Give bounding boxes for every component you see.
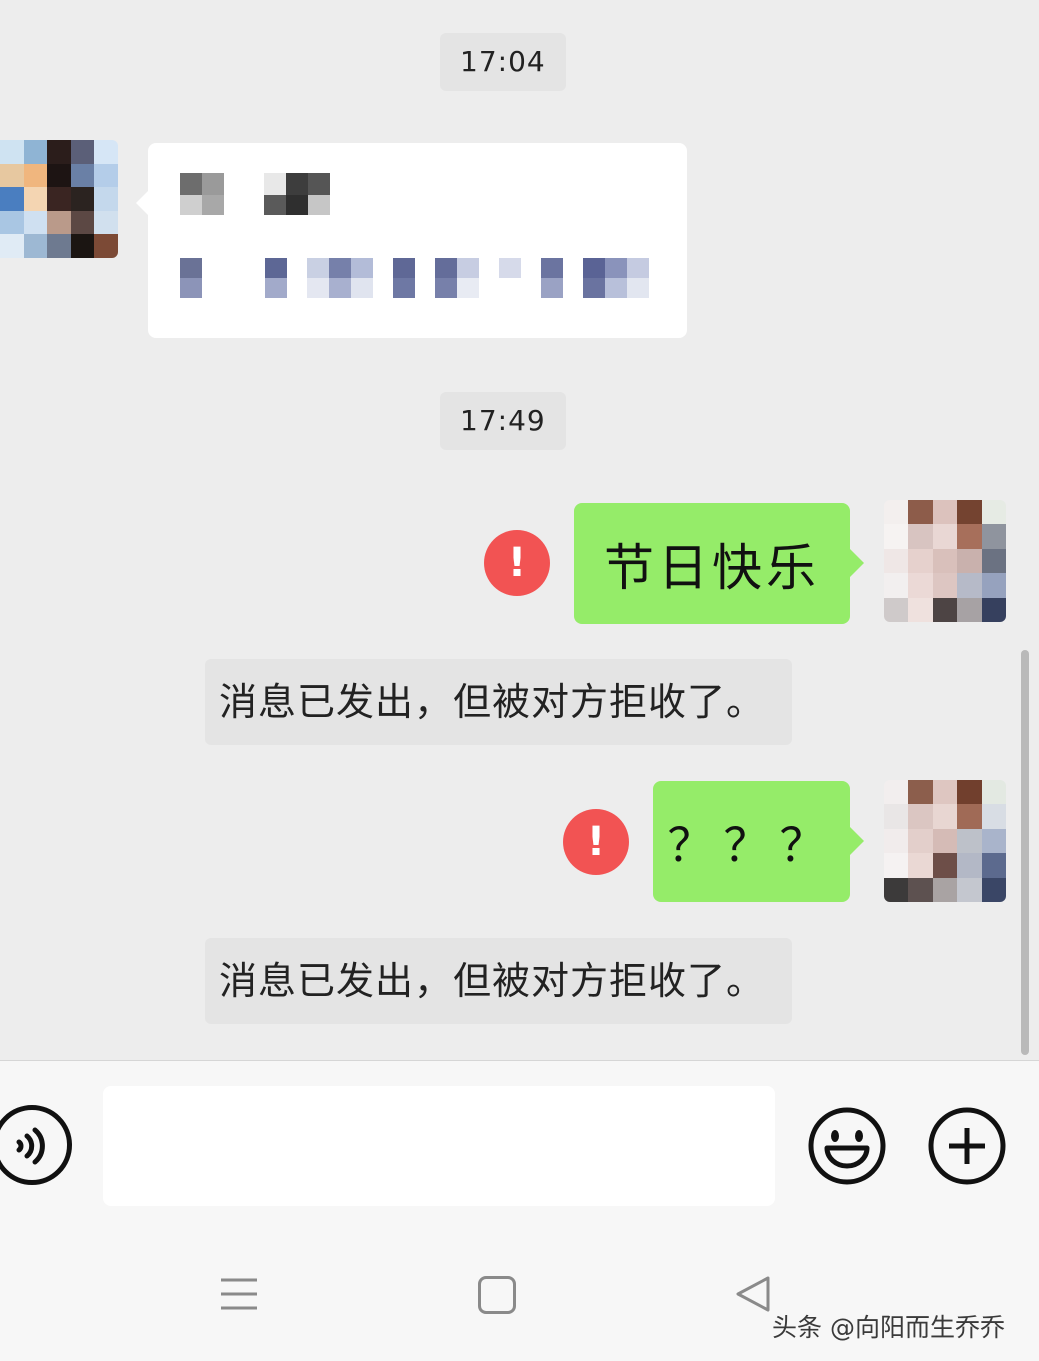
outgoing-message-bubble[interactable]: 节日快乐 (574, 503, 864, 624)
send-failed-icon[interactable]: ! (484, 530, 550, 596)
contact-avatar[interactable] (0, 140, 118, 258)
home-icon[interactable] (478, 1276, 516, 1314)
input-bar (0, 1060, 1039, 1240)
message-input[interactable] (103, 1086, 775, 1206)
back-icon[interactable] (734, 1274, 774, 1314)
timestamp: 17:04 (440, 33, 566, 91)
emoji-icon[interactable] (807, 1106, 887, 1186)
my-avatar[interactable] (884, 780, 1006, 902)
outgoing-message-bubble[interactable]: ？？？ (653, 781, 864, 902)
menu-icon[interactable] (219, 1274, 259, 1314)
rejected-notice: 消息已发出，但被对方拒收了。 (205, 938, 792, 1024)
chat-area[interactable]: 17:04 17:49 ! 节日快乐 消息已发出，但被对方拒收了。 ! ？？？ … (0, 0, 1039, 1060)
system-nav-bar: 头条 @向阳而生乔乔 (0, 1240, 1039, 1361)
my-avatar[interactable] (884, 500, 1006, 622)
scrollbar[interactable] (1021, 650, 1029, 1055)
incoming-message-bubble[interactable] (136, 143, 687, 338)
plus-icon[interactable] (927, 1106, 1007, 1186)
blurred-text (180, 258, 649, 278)
watermark: 头条 @向阳而生乔乔 (772, 1313, 1005, 1342)
voice-icon[interactable] (0, 1105, 72, 1185)
blurred-text (180, 173, 330, 195)
rejected-notice: 消息已发出，但被对方拒收了。 (205, 659, 792, 745)
timestamp: 17:49 (440, 392, 566, 450)
send-failed-icon[interactable]: ! (563, 809, 629, 875)
